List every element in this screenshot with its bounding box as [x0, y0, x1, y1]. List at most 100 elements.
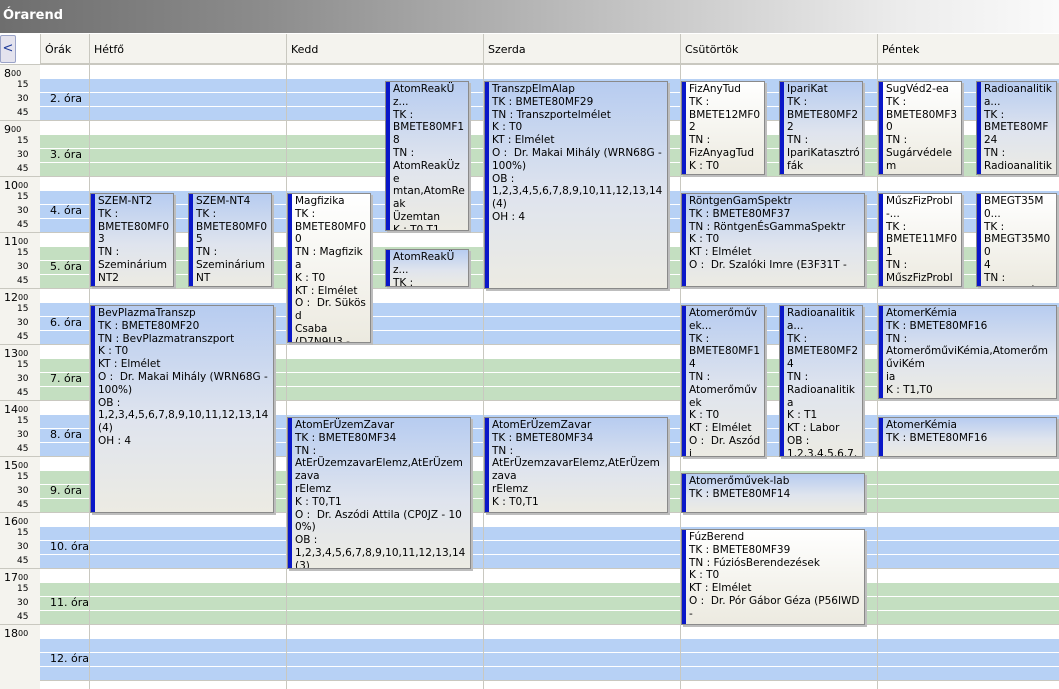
- period-band: [40, 583, 1059, 625]
- appointment-accent-bar: [288, 418, 292, 568]
- column-header-friday[interactable]: Péntek: [877, 34, 1059, 64]
- appointment-kedd-atomreak-1[interactable]: AtomReakÜz... TK : BMETE80MF18 TN : Atom…: [385, 81, 469, 231]
- hour-tick: [0, 456, 40, 457]
- appointment-szerda-transzp[interactable]: TranszpElmAlap TK : BMETE80MF29 TN : Tra…: [484, 81, 668, 289]
- appointment-text: FizAnyTud TK : BMETE12MF02 TN : FizAnyag…: [689, 83, 761, 172]
- appointment-accent-bar: [977, 82, 981, 174]
- column-header-tuesday[interactable]: Kedd: [286, 34, 483, 64]
- hour-tick: [0, 512, 40, 513]
- quarter-label: 45: [17, 612, 29, 622]
- appointment-text: BMEGT35M0... TK : BMEGT35M00 4 TN : Befe…: [984, 195, 1053, 286]
- period-label: 8. óra: [50, 428, 82, 441]
- quarter-label: 45: [17, 332, 29, 342]
- appointment-csut-fuzberend[interactable]: FúzBerend TK : BMETE80MF39 TN : FúziósBe…: [681, 529, 865, 625]
- quarter-label: 15: [17, 248, 29, 258]
- column-header-thursday[interactable]: Csütörtök: [680, 34, 877, 64]
- chevron-left-icon: <: [2, 41, 14, 56]
- appointment-text: TranszpElmAlap TK : BMETE80MF29 TN : Tra…: [492, 83, 663, 223]
- appointment-text: SZEM-NT4 TK : BMETE80MF05 TN : Szeminári…: [196, 195, 268, 286]
- timetable-grid: 2. óra 3. óra 4. óra 5. óra 6. óra 7. óra 8. ó…: [40, 64, 1059, 689]
- hour-number: 11: [4, 235, 18, 248]
- appointment-text: SugVéd2-ea TK : BMETE80MF30 TN : Sugárvé…: [886, 83, 958, 174]
- quarter-label: 15: [17, 136, 29, 146]
- period-label: 9. óra: [50, 484, 82, 497]
- appointment-csut-iparikat[interactable]: IpariKat TK : BMETE80MF22 TN : IpariKata…: [779, 81, 863, 175]
- appointment-text: AtomReakÜz... TK : BMETE80MF18 TN : Atom…: [393, 83, 465, 231]
- appointment-text: AtomErÜzemZavar TK : BMETE80MF34 TN : At…: [295, 419, 466, 569]
- appointment-text: MűszFizProbl-... TK : BMETE11MF01 TN : M…: [886, 195, 958, 286]
- appointment-pentek-radioanal[interactable]: Radioanalitika... TK : BMETE80MF24 TN : …: [976, 81, 1057, 175]
- appointment-csut-atomeromuvek[interactable]: Atomerőművek... TK : BMETE80MF14 TN : At…: [681, 305, 765, 457]
- hour-tick: [0, 176, 40, 177]
- minute-zero: 00: [18, 629, 29, 638]
- appointment-text: Atomerőművek... TK : BMETE80MF14 TN : At…: [689, 307, 761, 457]
- hour-tick: [0, 624, 40, 625]
- period-label: 2. óra: [50, 92, 82, 105]
- appointment-text: Radioanalitika... TK : BMETE80MF24 TN : …: [984, 83, 1052, 174]
- period-band: [40, 639, 1059, 681]
- appointment-hetfo-bevplazma[interactable]: BevPlazmaTranszp TK : BMETE80MF20 TN : B…: [90, 305, 274, 513]
- column-divider: [286, 64, 287, 689]
- day-header-row: Órák Hétfő Kedd Szerda Csütörtök Péntek: [40, 34, 1059, 64]
- window-title: Órarend: [3, 8, 64, 23]
- minute-zero: 00: [18, 181, 29, 190]
- appointment-csut-rontgen[interactable]: RöntgenGamSpektr TK : BMETE80MF37 TN : R…: [681, 193, 865, 287]
- minute-zero: 00: [18, 573, 29, 582]
- appointment-csut-fizanytud[interactable]: FizAnyTud TK : BMETE12MF02 TN : FizAnyag…: [681, 81, 765, 175]
- appointment-kedd-atomeruzem[interactable]: AtomErÜzemZavar TK : BMETE80MF34 TN : At…: [287, 417, 471, 569]
- hour-number: 9: [4, 123, 11, 136]
- quarter-label: 45: [17, 220, 29, 230]
- appointment-text: RöntgenGamSpektr TK : BMETE80MF37 TN : R…: [689, 195, 847, 271]
- appointment-accent-bar: [780, 82, 784, 174]
- quarter-label: 15: [17, 304, 29, 314]
- appointment-kedd-atomreak-2[interactable]: AtomReakÜz... TK :: [385, 249, 469, 287]
- minute-zero: 00: [18, 461, 29, 470]
- slot-line: [40, 568, 1059, 569]
- appointment-pentek-sugved[interactable]: SugVéd2-ea TK : BMETE80MF30 TN : Sugárvé…: [878, 81, 962, 175]
- hour-label: 800: [4, 67, 21, 80]
- slot-line: [40, 78, 1059, 79]
- period-label: 5. óra: [50, 260, 82, 273]
- appointment-hetfo-szem-nt2[interactable]: SZEM-NT2 TK : BMETE80MF03 TN : Szeminári…: [90, 193, 174, 287]
- appointment-pentek-atomerkemia-2[interactable]: AtomerKémia TK : BMETE80MF16: [878, 417, 1057, 457]
- appointment-csut-radioanal[interactable]: Radioanalitika... TK : BMETE80MF24 TN : …: [779, 305, 863, 457]
- time-ruler: 800 15 30 45 900 15 30 45 1000 15 30 45 1100 15 30 45 12…: [0, 64, 40, 689]
- appointment-pentek-bmegt[interactable]: BMEGT35M0... TK : BMEGT35M00 4 TN : Befe…: [976, 193, 1057, 287]
- hour-number: 12: [4, 291, 18, 304]
- appointment-accent-bar: [879, 82, 883, 174]
- column-header-wednesday[interactable]: Szerda: [483, 34, 680, 64]
- previous-week-button[interactable]: <: [0, 35, 16, 63]
- appointment-kedd-magfizika[interactable]: Magfizika TK : BMETE80MF00 TN : Magfizik…: [287, 193, 371, 343]
- quarter-label: 15: [17, 528, 29, 538]
- quarter-label: 45: [17, 388, 29, 398]
- period-label: 4. óra: [50, 204, 82, 217]
- appointment-csut-atomlab[interactable]: Atomerőművek-lab TK : BMETE80MF14: [681, 473, 865, 513]
- appointment-accent-bar: [682, 474, 686, 512]
- appointment-hetfo-szem-nt4[interactable]: SZEM-NT4 TK : BMETE80MF05 TN : Szeminári…: [188, 193, 272, 287]
- appointment-accent-bar: [288, 194, 292, 342]
- slot-line: [40, 652, 1059, 653]
- quarter-label: 45: [17, 500, 29, 510]
- appointment-pentek-atomerkemia-1[interactable]: AtomerKémia TK : BMETE80MF16 TN : Atomer…: [878, 305, 1057, 399]
- appointment-text: IpariKat TK : BMETE80MF22 TN : IpariKata…: [787, 83, 860, 174]
- period-label: 11. óra: [50, 596, 89, 609]
- period-label: 10. óra: [50, 540, 89, 553]
- column-header-monday[interactable]: Hétfő: [89, 34, 286, 64]
- slot-line: [40, 638, 1059, 639]
- appointment-accent-bar: [682, 194, 686, 286]
- hour-number: 18: [4, 627, 18, 640]
- quarter-label: 15: [17, 584, 29, 594]
- hour-number: 8: [4, 67, 11, 80]
- quarter-label: 30: [17, 206, 29, 216]
- hour-tick: [0, 288, 40, 289]
- appointment-szerda-atomeruzem[interactable]: AtomErÜzemZavar TK : BMETE80MF34 TN : At…: [484, 417, 668, 513]
- hour-label: 1100: [4, 235, 28, 248]
- hour-tick: [0, 64, 40, 65]
- appointment-pentek-muszfiz[interactable]: MűszFizProbl-... TK : BMETE11MF01 TN : M…: [878, 193, 962, 287]
- slot-line: [40, 64, 1059, 65]
- slot-line: [40, 554, 1059, 555]
- appointment-accent-bar: [780, 306, 784, 456]
- appointment-accent-bar: [386, 82, 390, 230]
- quarter-label: 15: [17, 192, 29, 202]
- hour-label: 900: [4, 123, 21, 136]
